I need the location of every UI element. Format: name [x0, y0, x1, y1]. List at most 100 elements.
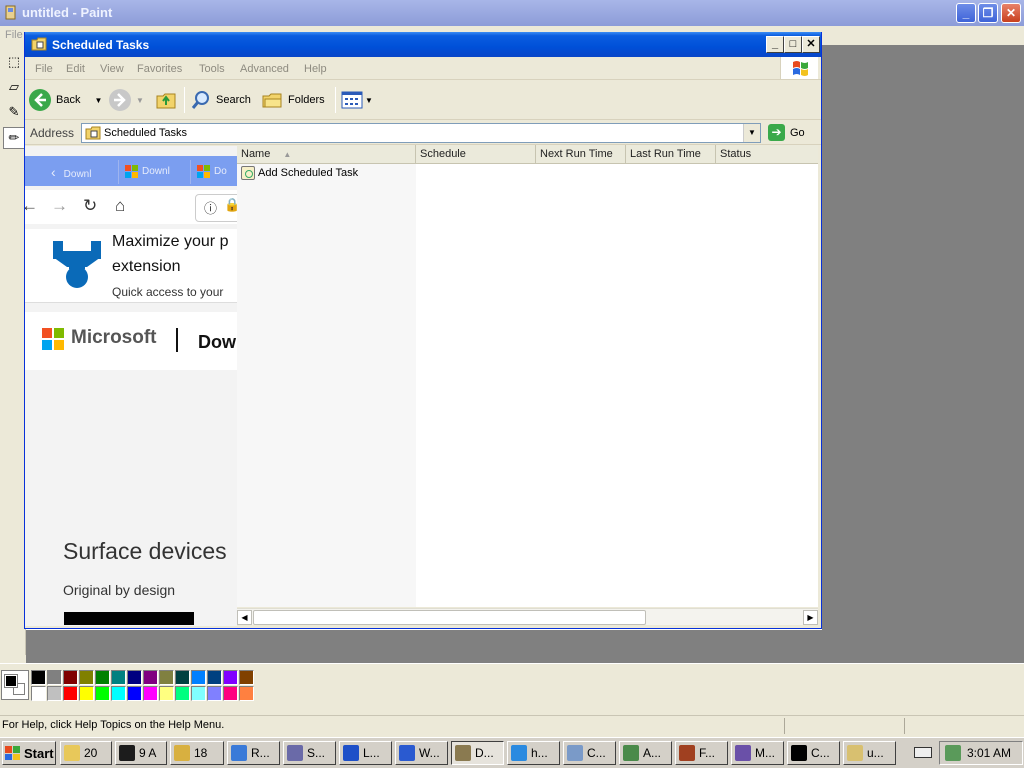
taskbar-button[interactable]: S...: [283, 741, 336, 765]
taskbar-button[interactable]: C...: [563, 741, 616, 765]
column-header-name[interactable]: Name ▲: [237, 145, 416, 164]
taskbar-button[interactable]: D...: [451, 741, 504, 765]
menu-view[interactable]: View: [100, 63, 124, 75]
explorer-maximize-button[interactable]: □: [784, 36, 802, 53]
color-swatch[interactable]: [79, 670, 94, 685]
views-icon: [341, 91, 363, 109]
color-swatch[interactable]: [79, 686, 94, 701]
color-swatch[interactable]: [47, 686, 62, 701]
paint-maximize-button[interactable]: ❐: [978, 3, 998, 23]
taskbar-button[interactable]: u...: [843, 741, 896, 765]
status-divider: [904, 718, 905, 734]
taskbar-button[interactable]: 20: [60, 741, 112, 765]
color-swatch[interactable]: [143, 686, 158, 701]
paint-close-button[interactable]: ✕: [1001, 3, 1021, 23]
up-folder-button[interactable]: [155, 87, 177, 113]
color-swatch[interactable]: [191, 686, 206, 701]
views-button[interactable]: ▼: [341, 87, 373, 113]
color-swatch[interactable]: [159, 686, 174, 701]
column-header-status[interactable]: Status: [716, 145, 818, 164]
column-header-next-run[interactable]: Next Run Time: [536, 145, 626, 164]
color-swatch[interactable]: [191, 670, 206, 685]
menu-tools[interactable]: Tools: [199, 63, 225, 75]
color-swatch[interactable]: [111, 670, 126, 685]
folders-button[interactable]: Folders: [261, 87, 325, 113]
menu-favorites[interactable]: Favorites: [137, 63, 182, 75]
color-swatch[interactable]: [95, 670, 110, 685]
go-arrow-icon: ➔: [768, 124, 785, 141]
taskbar-button[interactable]: C...: [787, 741, 840, 765]
free-select-tool-icon[interactable]: ⬚: [3, 51, 25, 73]
taskbar-app-icon: [511, 745, 527, 761]
address-field[interactable]: Scheduled Tasks ▼: [81, 123, 761, 143]
taskbar-button[interactable]: R...: [227, 741, 280, 765]
color-swatch[interactable]: [63, 670, 78, 685]
explorer-title-bar[interactable]: Scheduled Tasks _ □ ✕: [25, 32, 821, 57]
paint-minimize-button[interactable]: _: [956, 3, 976, 23]
explorer-close-button[interactable]: ✕: [802, 36, 820, 53]
explorer-menu-bar: File Edit View Favorites Tools Advanced …: [25, 57, 821, 80]
color-swatch[interactable]: [207, 670, 222, 685]
color-swatch[interactable]: [47, 670, 62, 685]
pencil-tool-icon[interactable]: ✏: [3, 127, 25, 149]
color-swatch[interactable]: [239, 686, 254, 701]
horizontal-scrollbar[interactable]: ◀ ▶: [237, 608, 818, 625]
taskbar-button-label: 18: [194, 746, 208, 760]
start-button[interactable]: Start: [2, 741, 56, 765]
address-dropdown-icon[interactable]: ▼: [743, 124, 760, 142]
scroll-right-icon[interactable]: ▶: [803, 610, 818, 625]
clock[interactable]: 3:01 AM: [967, 746, 1011, 760]
eraser-tool-icon[interactable]: ▱: [3, 76, 25, 98]
menu-edit[interactable]: Edit: [66, 63, 85, 75]
current-colors[interactable]: [1, 670, 29, 700]
taskbar-button[interactable]: F...: [675, 741, 728, 765]
color-swatch[interactable]: [31, 686, 46, 701]
windows-flag-icon: [5, 746, 21, 760]
color-swatch[interactable]: [207, 686, 222, 701]
paint-title-bar[interactable]: untitled - Paint _ ❐ ✕: [0, 0, 1024, 26]
taskbar-button[interactable]: 9 A: [115, 741, 167, 765]
scroll-thumb[interactable]: [253, 610, 646, 625]
forward-button[interactable]: ▼: [109, 87, 144, 113]
color-swatch[interactable]: [95, 686, 110, 701]
color-picker-tool-icon[interactable]: ✎: [3, 101, 25, 123]
color-swatch[interactable]: [127, 670, 142, 685]
column-header-last-run[interactable]: Last Run Time: [626, 145, 716, 164]
taskbar-button[interactable]: A...: [619, 741, 672, 765]
color-swatch[interactable]: [111, 686, 126, 701]
menu-help[interactable]: Help: [304, 63, 327, 75]
color-swatch[interactable]: [63, 686, 78, 701]
paint-menu-file[interactable]: File: [5, 29, 23, 41]
go-button[interactable]: ➔ Go: [768, 124, 805, 141]
color-swatch[interactable]: [175, 686, 190, 701]
tray-network-icon[interactable]: [945, 745, 961, 761]
color-swatch[interactable]: [239, 670, 254, 685]
scroll-left-icon[interactable]: ◀: [237, 610, 252, 625]
forward-dropdown-icon[interactable]: ▼: [136, 96, 144, 105]
color-swatch[interactable]: [143, 670, 158, 685]
column-header-schedule[interactable]: Schedule: [416, 145, 536, 164]
list-item-add-scheduled-task[interactable]: Add Scheduled Task: [241, 166, 358, 180]
color-swatch[interactable]: [223, 670, 238, 685]
taskbar-app-icon: [399, 745, 415, 761]
taskbar-button[interactable]: h...: [507, 741, 560, 765]
color-swatch[interactable]: [175, 670, 190, 685]
color-swatch[interactable]: [31, 670, 46, 685]
color-swatch[interactable]: [127, 686, 142, 701]
browser-nav-bar: ← → ↻ ⌂ ⓘ 🔒: [25, 190, 237, 224]
keyboard-icon[interactable]: [914, 747, 932, 758]
taskbar-button[interactable]: M...: [731, 741, 784, 765]
menu-advanced[interactable]: Advanced: [240, 63, 289, 75]
menu-file[interactable]: File: [35, 63, 53, 75]
back-button[interactable]: Back ▼: [29, 87, 102, 113]
taskbar-button[interactable]: W...: [395, 741, 448, 765]
microsoft-icon: [125, 164, 138, 178]
taskbar-app-icon: [343, 745, 359, 761]
search-button[interactable]: Search: [190, 87, 251, 113]
color-swatch[interactable]: [159, 670, 174, 685]
taskbar-button[interactable]: 18: [170, 741, 224, 765]
back-dropdown-icon[interactable]: ▼: [94, 96, 102, 105]
taskbar-button[interactable]: L...: [339, 741, 392, 765]
color-swatch[interactable]: [223, 686, 238, 701]
explorer-minimize-button[interactable]: _: [766, 36, 784, 53]
